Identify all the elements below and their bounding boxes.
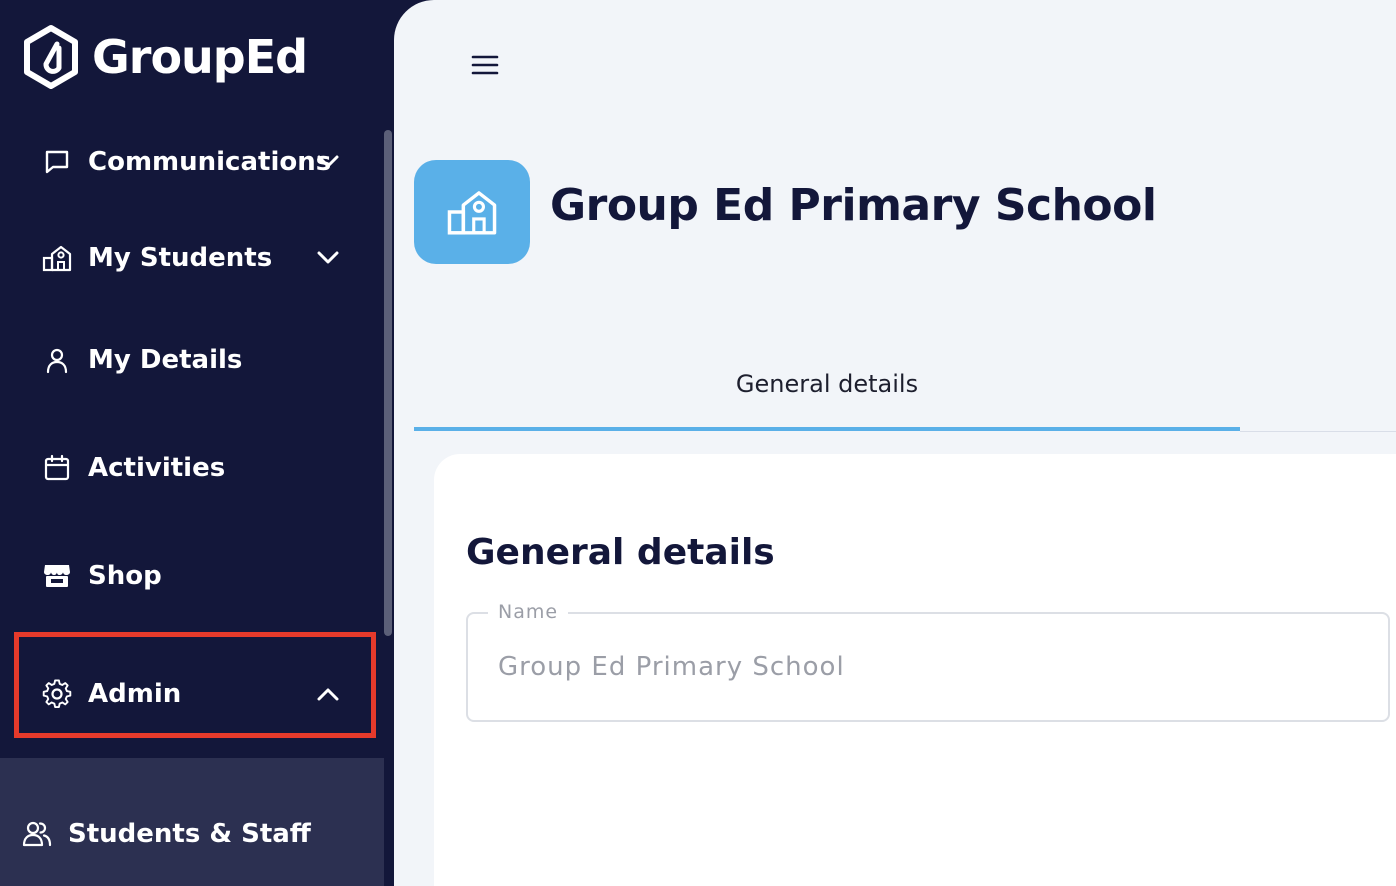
user-icon (41, 344, 73, 376)
hamburger-menu-icon[interactable] (470, 50, 500, 80)
sidebar-item-my-details[interactable]: My Details (0, 330, 384, 390)
admin-submenu: Students & Staff (0, 758, 384, 886)
chevron-down-icon[interactable] (312, 242, 344, 274)
groupEd-logo-icon (24, 25, 78, 89)
sidebar-item-label: My Details (88, 345, 243, 375)
tab-general-details[interactable]: General details (414, 350, 1240, 430)
tab-label: General details (735, 370, 919, 398)
sidebar-item-label: Activities (88, 453, 226, 483)
main-content: Group Ed Primary School General details … (394, 0, 1396, 886)
sidebar-item-communications[interactable]: Communications (0, 132, 384, 192)
logo[interactable]: GroupEd (22, 24, 308, 90)
sidebar-item-label: Shop (88, 561, 162, 591)
section-title: General details (466, 532, 775, 573)
school-avatar (414, 160, 530, 264)
sidebar-item-shop[interactable]: Shop (0, 546, 384, 606)
name-field[interactable]: Name Group Ed Primary School (466, 601, 1390, 722)
tab-active-indicator (414, 427, 1240, 431)
sidebar-item-my-students[interactable]: My Students (0, 228, 384, 288)
gear-icon (41, 678, 73, 710)
sidebar-item-admin[interactable]: Admin (0, 664, 384, 724)
school-building-icon (447, 191, 497, 235)
name-field-value: Group Ed Primary School (498, 652, 845, 682)
page-title: Group Ed Primary School (550, 180, 1157, 231)
storefront-icon (41, 560, 73, 592)
chevron-down-icon[interactable] (312, 146, 344, 178)
app-root: GroupEd Communications My Students My De… (0, 0, 1396, 886)
users-icon (21, 818, 53, 850)
general-details-card: General details Name Group Ed Primary Sc… (434, 454, 1396, 886)
sidebar-item-label: Communications (88, 147, 332, 177)
sidebar-item-label: My Students (88, 243, 273, 273)
sidebar-item-label: Students & Staff (68, 819, 311, 849)
sidebar-item-activities[interactable]: Activities (0, 438, 384, 498)
school-building-icon (41, 242, 73, 274)
name-field-label: Name (488, 601, 569, 623)
sidebar: GroupEd Communications My Students My De… (0, 0, 394, 886)
tab-divider (1240, 431, 1396, 432)
chat-bubble-icon (41, 146, 73, 178)
calendar-icon (41, 452, 73, 484)
sidebar-item-students-staff[interactable]: Students & Staff (0, 804, 384, 864)
sidebar-scrollbar[interactable] (384, 130, 392, 636)
logo-text: GroupEd (92, 30, 308, 84)
sidebar-item-label: Admin (88, 679, 182, 709)
chevron-up-icon[interactable] (312, 678, 344, 710)
